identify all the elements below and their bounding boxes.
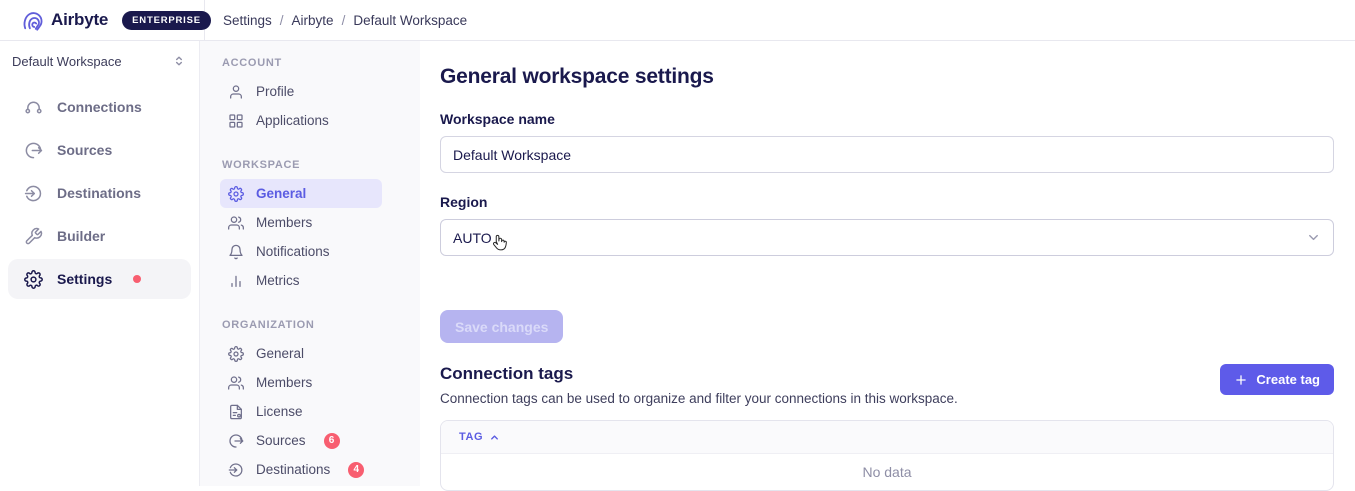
bar-chart-icon [228, 273, 244, 289]
user-icon [228, 84, 244, 100]
connections-icon [24, 98, 43, 117]
region-label: Region [440, 194, 1334, 210]
destination-icon [24, 184, 43, 203]
main-content: General workspace settings Workspace nam… [420, 41, 1355, 486]
subnav-item-label: General [256, 346, 304, 361]
notification-dot [133, 275, 141, 283]
sidebar-nav: Connections Sources Destinations Builder [0, 81, 199, 299]
chevron-down-icon [1306, 230, 1321, 245]
brand-name: Airbyte [51, 10, 108, 30]
plus-icon [1234, 373, 1248, 387]
users-icon [228, 375, 244, 391]
users-icon [228, 215, 244, 231]
top-bar: Airbyte ENTERPRISE Settings / Airbyte / … [0, 0, 1355, 41]
chevron-up-down-icon [172, 54, 186, 68]
subnav-item-org-sources[interactable]: Sources 6 [220, 426, 382, 455]
subnav-item-label: Members [256, 215, 312, 230]
connection-tags-table: TAG No data [440, 420, 1334, 491]
subnav-item-profile[interactable]: Profile [220, 77, 382, 106]
source-icon [24, 141, 43, 160]
breadcrumb: Settings / Airbyte / Default Workspace [205, 0, 467, 40]
subnav-item-label: Members [256, 375, 312, 390]
subnav-item-workspace-members[interactable]: Members [220, 208, 382, 237]
connection-tags-header: Connection tags Connection tags can be u… [440, 364, 1334, 406]
table-empty-state: No data [441, 454, 1333, 490]
subnav-item-notifications[interactable]: Notifications [220, 237, 382, 266]
airbyte-logo-icon[interactable] [22, 9, 44, 31]
source-icon [228, 433, 244, 449]
breadcrumb-settings[interactable]: Settings [223, 13, 272, 28]
connection-tags-title: Connection tags [440, 364, 958, 384]
connection-tags-description: Connection tags can be used to organize … [440, 391, 958, 406]
subnav-item-label: Destinations [256, 462, 330, 477]
destinations-count-badge: 4 [348, 462, 364, 478]
sidebar-item-destinations[interactable]: Destinations [8, 173, 191, 213]
save-changes-button[interactable]: Save changes [440, 310, 563, 343]
workspace-name-field: Workspace name [440, 111, 1334, 173]
workspace-name-label: Workspace name [440, 111, 1334, 127]
workspace-selector[interactable]: Default Workspace [0, 41, 199, 81]
subnav-item-label: Notifications [256, 244, 330, 259]
destination-icon [228, 462, 244, 478]
bell-icon [228, 244, 244, 260]
subnav-item-org-destinations[interactable]: Destinations 4 [220, 455, 382, 484]
sidebar-item-label: Builder [57, 228, 105, 244]
grid-icon [228, 113, 244, 129]
subnav-item-label: Sources [256, 433, 306, 448]
sidebar-item-sources[interactable]: Sources [8, 130, 191, 170]
sidebar-item-builder[interactable]: Builder [8, 216, 191, 256]
sidebar-item-label: Destinations [57, 185, 141, 201]
subnav-item-org-general[interactable]: General [220, 339, 382, 368]
sidebar-item-settings[interactable]: Settings [8, 259, 191, 299]
workspace-selector-label: Default Workspace [12, 54, 122, 69]
tag-column-label: TAG [459, 431, 483, 443]
gear-icon [24, 270, 43, 289]
section-title-account: ACCOUNT [222, 57, 400, 69]
sidebar-item-label: Connections [57, 99, 142, 115]
region-field: Region AUTO [440, 194, 1334, 256]
region-selected-value: AUTO [453, 230, 492, 246]
create-tag-button[interactable]: Create tag [1220, 364, 1334, 395]
workspace-name-input[interactable] [440, 136, 1334, 173]
builder-icon [24, 227, 43, 246]
breadcrumb-default-workspace[interactable]: Default Workspace [353, 13, 467, 28]
region-select[interactable]: AUTO [440, 219, 1334, 256]
subnav-item-org-members[interactable]: Members [220, 368, 382, 397]
enterprise-badge: ENTERPRISE [122, 11, 211, 30]
settings-subnav: ACCOUNT Profile Applications WORKSPACE G… [200, 41, 420, 486]
subnav-item-label: Profile [256, 84, 294, 99]
subnav-item-label: License [256, 404, 303, 419]
sources-count-badge: 6 [324, 433, 340, 449]
subnav-item-applications[interactable]: Applications [220, 106, 382, 135]
brand-area: Airbyte ENTERPRISE [0, 0, 205, 40]
section-title-workspace: WORKSPACE [222, 159, 400, 171]
sidebar-item-label: Settings [57, 271, 112, 287]
gear-icon [228, 346, 244, 362]
sidebar-item-connections[interactable]: Connections [8, 87, 191, 127]
main-sidebar: Default Workspace Connections Sources [0, 41, 200, 486]
license-document-icon [228, 404, 244, 420]
subnav-item-metrics[interactable]: Metrics [220, 266, 382, 295]
breadcrumb-separator: / [342, 13, 346, 28]
page-title: General workspace settings [440, 65, 1334, 89]
breadcrumb-separator: / [280, 13, 284, 28]
create-tag-label: Create tag [1256, 372, 1320, 387]
breadcrumb-airbyte[interactable]: Airbyte [292, 13, 334, 28]
subnav-item-workspace-general[interactable]: General [220, 179, 382, 208]
gear-icon [228, 186, 244, 202]
subnav-item-label: Applications [256, 113, 329, 128]
section-title-organization: ORGANIZATION [222, 319, 400, 331]
connection-tags-text: Connection tags Connection tags can be u… [440, 364, 958, 406]
tag-column-header[interactable]: TAG [441, 421, 1333, 454]
sort-ascending-icon [489, 432, 500, 443]
subnav-item-label: Metrics [256, 273, 300, 288]
sidebar-item-label: Sources [57, 142, 112, 158]
subnav-item-license[interactable]: License [220, 397, 382, 426]
subnav-item-label: General [256, 186, 306, 201]
